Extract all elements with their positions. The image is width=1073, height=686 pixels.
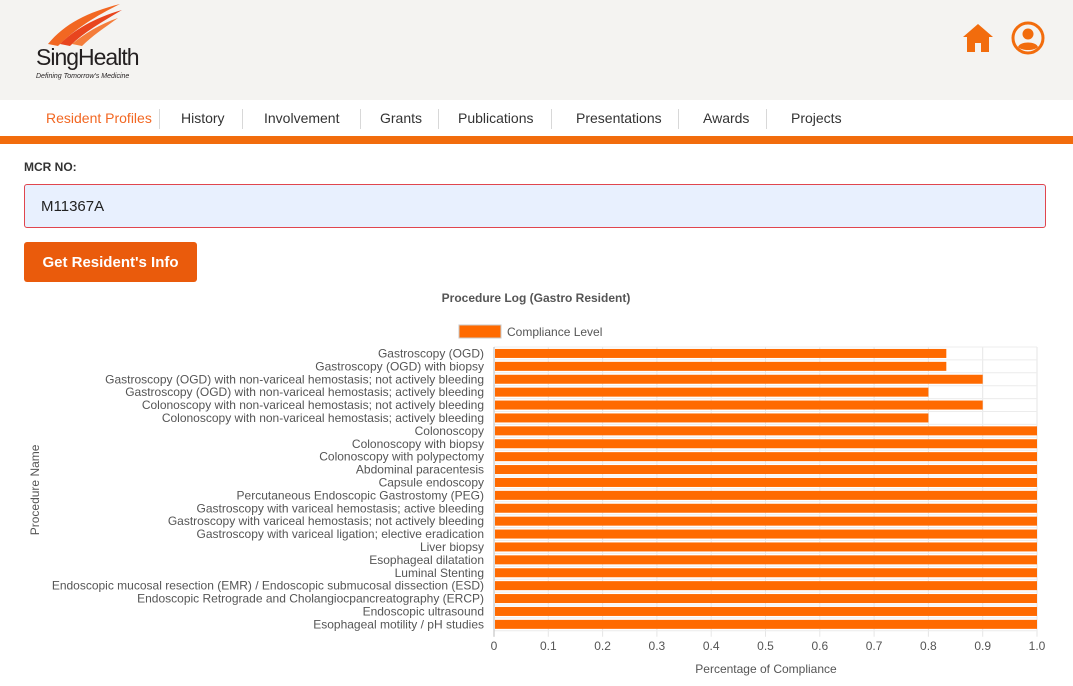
bar [495, 477, 1037, 487]
bar [495, 413, 929, 423]
x-tick-label: 0.1 [540, 639, 557, 653]
y-tick-label: Liver biopsy [420, 540, 484, 554]
tab-involvement[interactable]: Involvement [264, 100, 339, 136]
y-tick-label: Capsule endoscopy [379, 475, 484, 489]
y-tick-label: Endoscopic mucosal resection (EMR) / End… [52, 579, 484, 593]
y-tick-label: Gastroscopy (OGD) with non-variceal hemo… [105, 372, 484, 386]
y-tick-label: Gastroscopy with variceal hemostasis; no… [168, 514, 484, 528]
x-tick-label: 0.3 [649, 639, 666, 653]
y-tick-label: Colonoscopy with biopsy [352, 437, 484, 451]
bar [495, 361, 947, 371]
y-tick-label: Abdominal paracentesis [356, 463, 484, 477]
bar [495, 503, 1037, 513]
legend-swatch [458, 324, 502, 339]
x-tick-label: 0.5 [757, 639, 774, 653]
tab-awards[interactable]: Awards [703, 100, 749, 136]
y-tick-label: Esophageal dilatation [369, 553, 484, 567]
bar [495, 555, 1037, 565]
y-tick-label: Colonoscopy with non-variceal hemostasis… [142, 398, 484, 412]
user-icon[interactable] [1011, 21, 1045, 55]
x-axis-label: Percentage of Compliance [695, 662, 837, 676]
mcr-input[interactable] [24, 184, 1046, 228]
y-tick-label: Esophageal motility / pH studies [313, 617, 484, 631]
bar [495, 581, 1037, 591]
tab-resident-profiles[interactable]: Resident Profiles [46, 100, 152, 136]
x-tick-label: 0.8 [920, 639, 937, 653]
y-tick-label: Gastroscopy (OGD) with non-variceal hemo… [125, 385, 484, 399]
x-tick-label: 0.7 [866, 639, 883, 653]
procedure-log-chart: Procedure Log (Gastro Resident) Complianc… [28, 291, 1046, 676]
y-tick-label: Colonoscopy with polypectomy [319, 450, 484, 464]
x-tick-label: 1.0 [1029, 639, 1046, 653]
x-tick-label: 0.9 [974, 639, 991, 653]
x-tick-label: 0.4 [703, 639, 720, 653]
bar [495, 452, 1037, 462]
tab-grants[interactable]: Grants [380, 100, 422, 136]
get-resident-info-button[interactable]: Get Resident's Info [24, 242, 197, 282]
bar [495, 400, 983, 410]
home-icon[interactable] [961, 22, 995, 54]
tab-publications[interactable]: Publications [458, 100, 534, 136]
bar [495, 426, 1037, 436]
bar [495, 516, 1037, 526]
y-tick-label: Luminal Stenting [395, 566, 484, 580]
y-tick-label: Colonoscopy [415, 424, 484, 438]
nav-divider [766, 109, 767, 129]
bar [495, 439, 1037, 449]
y-tick-label: Endoscopic Retrograde and Cholangiocpanc… [137, 592, 484, 606]
app-header: SingHealth Defining Tomorrow's Medicine [0, 0, 1073, 100]
bar [495, 594, 1037, 604]
bar [495, 542, 1037, 552]
nav-divider [438, 109, 439, 129]
y-tick-label: Percutaneous Endoscopic Gastrostomy (PEG… [237, 488, 484, 502]
chart-title: Procedure Log (Gastro Resident) [442, 291, 631, 305]
bar [495, 568, 1037, 578]
bar [495, 619, 1037, 629]
y-tick-label: Gastroscopy with variceal hemostasis; ac… [197, 501, 484, 515]
y-tick-label: Gastroscopy (OGD) [378, 346, 484, 360]
bar [495, 529, 1037, 539]
nav-divider [551, 109, 552, 129]
bar [495, 348, 947, 358]
x-tick-label: 0 [491, 639, 498, 653]
y-tick-label: Gastroscopy with variceal ligation; elec… [197, 527, 484, 541]
legend-label: Compliance Level [507, 325, 602, 339]
y-tick-label: Colonoscopy with non-variceal hemostasis… [162, 411, 484, 425]
nav-divider [678, 109, 679, 129]
nav-accent-rule [0, 136, 1073, 144]
singhealth-logo[interactable]: SingHealth Defining Tomorrow's Medicine [34, 4, 144, 84]
bar [495, 465, 1037, 475]
nav-divider [159, 109, 160, 129]
mcr-label: MCR NO: [24, 160, 77, 174]
brand-tagline: Defining Tomorrow's Medicine [36, 73, 130, 80]
main-nav: Resident Profiles History Involvement Gr… [0, 100, 1073, 136]
bar [495, 387, 929, 397]
logo-swoosh-icon [48, 4, 122, 46]
y-tick-label: Gastroscopy (OGD) with biopsy [315, 359, 484, 373]
nav-divider [360, 109, 361, 129]
tab-projects[interactable]: Projects [791, 100, 842, 136]
bar [495, 490, 1037, 500]
y-axis-label: Procedure Name [28, 444, 42, 535]
bar [495, 606, 1037, 616]
x-tick-label: 0.6 [811, 639, 828, 653]
tab-presentations[interactable]: Presentations [576, 100, 662, 136]
tab-history[interactable]: History [181, 100, 225, 136]
y-tick-label: Endoscopic ultrasound [363, 604, 484, 618]
nav-divider [242, 109, 243, 129]
bar [495, 374, 983, 384]
brand-name: SingHealth [36, 44, 140, 70]
x-tick-label: 0.2 [594, 639, 611, 653]
